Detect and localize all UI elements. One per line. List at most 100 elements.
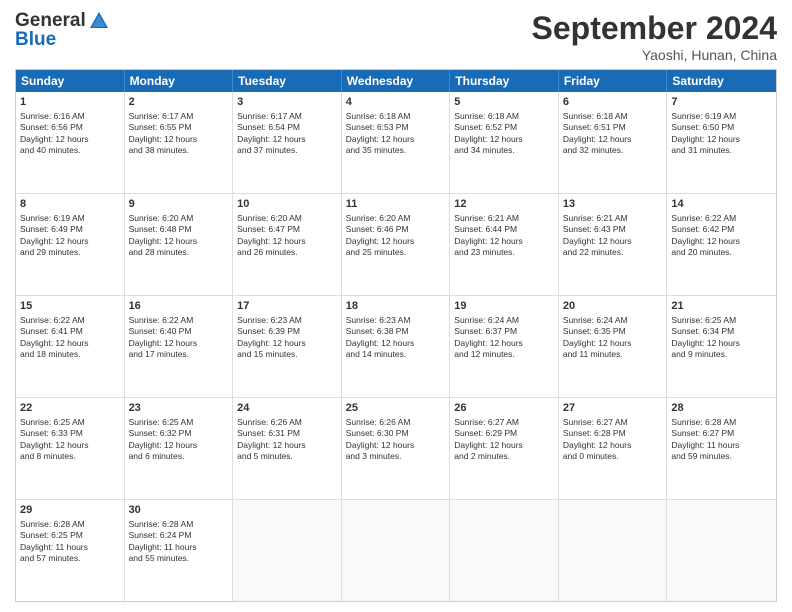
cell-line: and 9 minutes. (671, 349, 772, 360)
cell-line: and 29 minutes. (20, 247, 120, 258)
cell-line: and 6 minutes. (129, 451, 229, 462)
cell-line: and 0 minutes. (563, 451, 663, 462)
calendar-cell: 14Sunrise: 6:22 AMSunset: 6:42 PMDayligh… (667, 194, 776, 295)
cell-line: Sunrise: 6:27 AM (454, 417, 554, 428)
day-number: 27 (563, 401, 663, 416)
day-number: 5 (454, 95, 554, 110)
cell-line: Sunrise: 6:19 AM (671, 111, 772, 122)
header: General Blue September 2024 Yaoshi, Huna… (15, 10, 777, 63)
day-number: 15 (20, 299, 120, 314)
day-number: 3 (237, 95, 337, 110)
cell-line: Sunrise: 6:16 AM (20, 111, 120, 122)
cell-line: Sunset: 6:52 PM (454, 122, 554, 133)
cell-line: Sunrise: 6:22 AM (129, 315, 229, 326)
cell-line: and 26 minutes. (237, 247, 337, 258)
calendar-cell: 12Sunrise: 6:21 AMSunset: 6:44 PMDayligh… (450, 194, 559, 295)
calendar-cell (559, 500, 668, 601)
weekday-header: Saturday (667, 70, 776, 92)
calendar-row: 29Sunrise: 6:28 AMSunset: 6:25 PMDayligh… (16, 499, 776, 601)
day-number: 30 (129, 503, 229, 518)
cell-line: Sunrise: 6:24 AM (454, 315, 554, 326)
cell-line: and 5 minutes. (237, 451, 337, 462)
cell-line: Sunrise: 6:25 AM (20, 417, 120, 428)
cell-line: and 31 minutes. (671, 145, 772, 156)
calendar-cell: 20Sunrise: 6:24 AMSunset: 6:35 PMDayligh… (559, 296, 668, 397)
cell-line: and 32 minutes. (563, 145, 663, 156)
calendar-cell: 28Sunrise: 6:28 AMSunset: 6:27 PMDayligh… (667, 398, 776, 499)
cell-line: Sunset: 6:39 PM (237, 326, 337, 337)
cell-line: Sunrise: 6:21 AM (454, 213, 554, 224)
cell-line: and 18 minutes. (20, 349, 120, 360)
cell-line: and 17 minutes. (129, 349, 229, 360)
cell-line: Sunrise: 6:18 AM (346, 111, 446, 122)
day-number: 29 (20, 503, 120, 518)
cell-line: Sunset: 6:27 PM (671, 428, 772, 439)
calendar-cell: 1Sunrise: 6:16 AMSunset: 6:56 PMDaylight… (16, 92, 125, 193)
cell-line: and 2 minutes. (454, 451, 554, 462)
cell-line: Daylight: 12 hours (563, 236, 663, 247)
cell-line: Daylight: 11 hours (20, 542, 120, 553)
cell-line: Sunrise: 6:17 AM (237, 111, 337, 122)
day-number: 9 (129, 197, 229, 212)
cell-line: Sunset: 6:44 PM (454, 224, 554, 235)
cell-line: and 15 minutes. (237, 349, 337, 360)
calendar-cell: 2Sunrise: 6:17 AMSunset: 6:55 PMDaylight… (125, 92, 234, 193)
cell-line: Daylight: 12 hours (563, 440, 663, 451)
weekday-header: Sunday (16, 70, 125, 92)
cell-line: Daylight: 12 hours (346, 134, 446, 145)
day-number: 6 (563, 95, 663, 110)
calendar-cell: 25Sunrise: 6:26 AMSunset: 6:30 PMDayligh… (342, 398, 451, 499)
cell-line: Daylight: 12 hours (454, 236, 554, 247)
calendar-cell (342, 500, 451, 601)
cell-line: Daylight: 12 hours (346, 338, 446, 349)
calendar-cell: 6Sunrise: 6:18 AMSunset: 6:51 PMDaylight… (559, 92, 668, 193)
day-number: 7 (671, 95, 772, 110)
cell-line: Daylight: 12 hours (129, 236, 229, 247)
cell-line: Sunset: 6:46 PM (346, 224, 446, 235)
cell-line: Sunset: 6:55 PM (129, 122, 229, 133)
cell-line: Daylight: 12 hours (671, 338, 772, 349)
day-number: 2 (129, 95, 229, 110)
cell-line: Daylight: 12 hours (454, 134, 554, 145)
cell-line: Sunset: 6:53 PM (346, 122, 446, 133)
calendar-cell: 19Sunrise: 6:24 AMSunset: 6:37 PMDayligh… (450, 296, 559, 397)
calendar-row: 15Sunrise: 6:22 AMSunset: 6:41 PMDayligh… (16, 295, 776, 397)
cell-line: Daylight: 12 hours (346, 236, 446, 247)
weekday-header: Thursday (450, 70, 559, 92)
cell-line: Sunset: 6:43 PM (563, 224, 663, 235)
cell-line: Sunset: 6:28 PM (563, 428, 663, 439)
calendar-cell: 30Sunrise: 6:28 AMSunset: 6:24 PMDayligh… (125, 500, 234, 601)
cell-line: Sunrise: 6:26 AM (346, 417, 446, 428)
calendar-header: SundayMondayTuesdayWednesdayThursdayFrid… (16, 70, 776, 92)
calendar-row: 1Sunrise: 6:16 AMSunset: 6:56 PMDaylight… (16, 92, 776, 193)
calendar-cell: 8Sunrise: 6:19 AMSunset: 6:49 PMDaylight… (16, 194, 125, 295)
day-number: 11 (346, 197, 446, 212)
cell-line: Sunset: 6:42 PM (671, 224, 772, 235)
cell-line: Daylight: 12 hours (237, 134, 337, 145)
cell-line: Daylight: 12 hours (20, 134, 120, 145)
cell-line: Sunset: 6:51 PM (563, 122, 663, 133)
calendar: SundayMondayTuesdayWednesdayThursdayFrid… (15, 69, 777, 602)
cell-line: Sunrise: 6:25 AM (671, 315, 772, 326)
calendar-cell: 18Sunrise: 6:23 AMSunset: 6:38 PMDayligh… (342, 296, 451, 397)
day-number: 19 (454, 299, 554, 314)
cell-line: Daylight: 12 hours (129, 134, 229, 145)
cell-line: Sunset: 6:34 PM (671, 326, 772, 337)
cell-line: Daylight: 12 hours (563, 134, 663, 145)
day-number: 20 (563, 299, 663, 314)
weekday-header: Monday (125, 70, 234, 92)
cell-line: Sunrise: 6:20 AM (237, 213, 337, 224)
cell-line: Daylight: 12 hours (563, 338, 663, 349)
cell-line: Sunrise: 6:24 AM (563, 315, 663, 326)
logo-icon (88, 10, 110, 32)
cell-line: and 57 minutes. (20, 553, 120, 564)
day-number: 13 (563, 197, 663, 212)
cell-line: and 34 minutes. (454, 145, 554, 156)
cell-line: Sunset: 6:31 PM (237, 428, 337, 439)
day-number: 23 (129, 401, 229, 416)
cell-line: and 20 minutes. (671, 247, 772, 258)
cell-line: Daylight: 12 hours (454, 338, 554, 349)
day-number: 28 (671, 401, 772, 416)
day-number: 25 (346, 401, 446, 416)
calendar-cell: 29Sunrise: 6:28 AMSunset: 6:25 PMDayligh… (16, 500, 125, 601)
